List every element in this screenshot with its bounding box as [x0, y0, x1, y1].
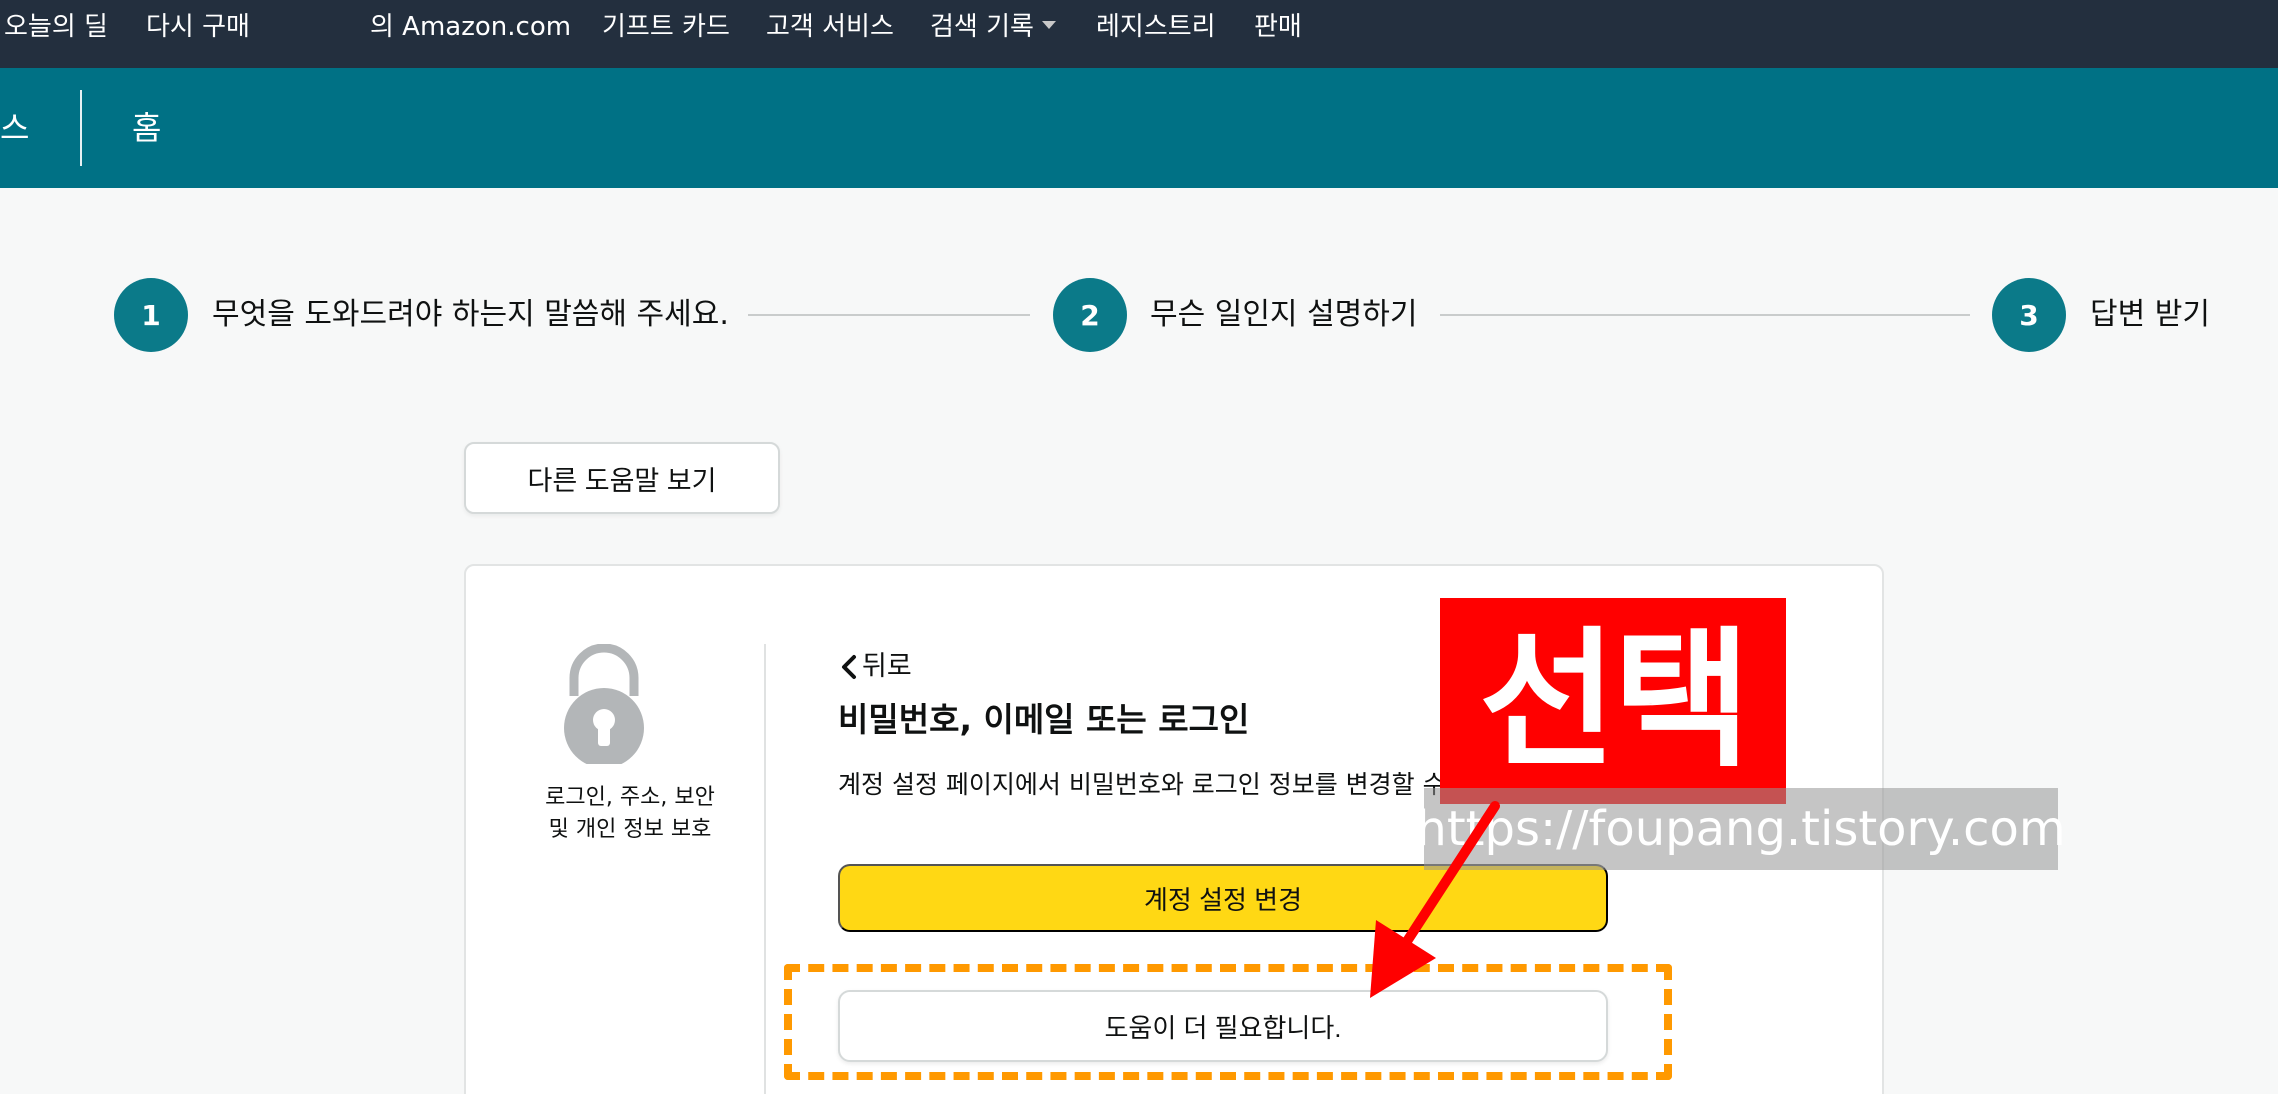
- step-connector: [748, 314, 1030, 316]
- chevron-left-icon: [842, 655, 856, 679]
- back-link-label: 뒤로: [862, 651, 912, 682]
- nav-sell[interactable]: 판매: [1254, 10, 1302, 44]
- lock-icon: [558, 643, 650, 768]
- step-3-circle: 3: [1992, 278, 2066, 352]
- step-3-label: 답변 받기: [2090, 297, 2210, 332]
- change-account-settings-button[interactable]: 계정 설정 변경: [838, 864, 1608, 932]
- nav-amazon-com[interactable]: 의 Amazon.com: [370, 10, 571, 44]
- blog-watermark: https://foupang.tistory.com: [1416, 788, 2066, 870]
- nav-browsing-history-label: 검색 기록: [930, 12, 1034, 42]
- chevron-down-icon: [1041, 20, 1056, 29]
- step-2-label: 무슨 일인지 설명하기: [1150, 297, 1418, 332]
- back-link[interactable]: 뒤로: [838, 650, 912, 684]
- nav-todays-deals[interactable]: 오늘의 딜: [4, 10, 108, 44]
- topic-caption: 로그인, 주소, 보안 및 개인 정보 보호: [530, 782, 730, 846]
- topic-caption-line1: 로그인, 주소, 보안: [545, 785, 715, 810]
- nav-buy-again[interactable]: 다시 구매: [146, 10, 250, 44]
- select-annotation-stamp: 선택: [1440, 598, 1786, 804]
- subheader-divider: [80, 90, 82, 166]
- section-description: 계정 설정 페이지에서 비밀번호와 로그인 정보를 변경할 수 있: [838, 770, 1477, 799]
- other-help-button[interactable]: 다른 도움말 보기: [464, 442, 780, 514]
- top-navigation-bar: 오늘의 딜 다시 구매 의 Amazon.com 기프트 카드 고객 서비스 검…: [0, 0, 2278, 68]
- customer-service-subheader: 스 홈: [0, 68, 2278, 188]
- step-1-circle: 1: [114, 278, 188, 352]
- topic-caption-line2: 및 개인 정보 보호: [548, 817, 712, 842]
- nav-registry[interactable]: 레지스트리: [1096, 10, 1216, 44]
- subheader-home-link[interactable]: 홈: [132, 108, 161, 148]
- nav-gift-cards[interactable]: 기프트 카드: [602, 10, 730, 44]
- section-title: 비밀번호, 이메일 또는 로그인: [838, 700, 1250, 739]
- step-2-circle: 2: [1053, 278, 1127, 352]
- need-more-help-button[interactable]: 도움이 더 필요합니다.: [838, 990, 1608, 1062]
- step-connector: [1440, 314, 1970, 316]
- subheader-service-label[interactable]: 스: [0, 108, 29, 148]
- step-1-label: 무엇을 도와드려야 하는지 말씀해 주세요.: [212, 297, 729, 332]
- nav-customer-service[interactable]: 고객 서비스: [766, 10, 894, 44]
- nav-browsing-history[interactable]: 검색 기록: [930, 10, 1056, 44]
- card-divider: [764, 644, 766, 1094]
